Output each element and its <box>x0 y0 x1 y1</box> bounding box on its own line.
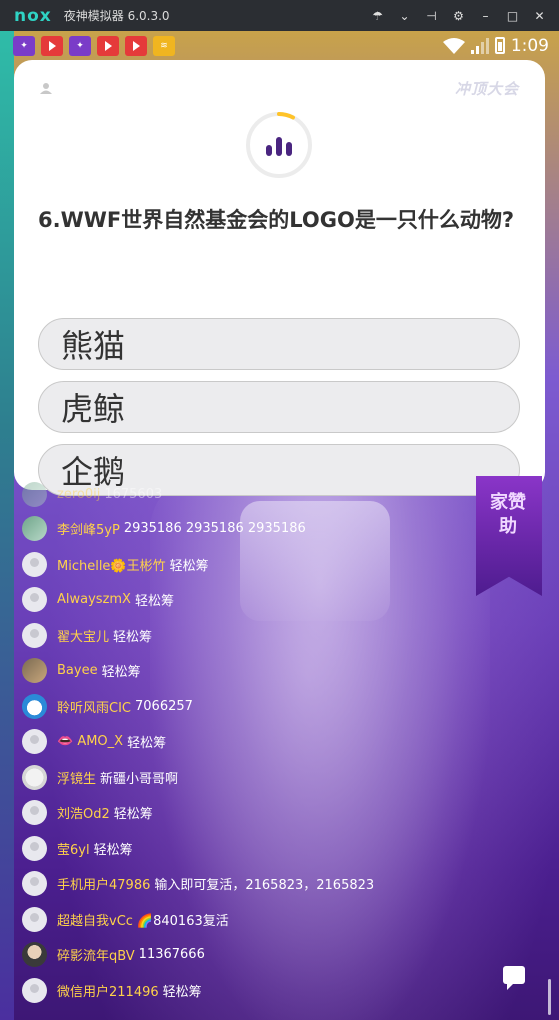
emulator-title: 夜神模拟器 6.0.3.0 <box>63 9 170 23</box>
chat-message: Bayee 轻松筹 <box>22 657 141 683</box>
chat-message: 聆听风雨CIC 7066257 <box>22 693 193 719</box>
chat-username: 手机用户47986 <box>57 877 151 893</box>
chat-message-text: 轻松筹 <box>127 735 167 751</box>
chat-username: AlwayszmX <box>57 591 131 607</box>
avatar[interactable] <box>22 906 47 932</box>
chat-message-text: 轻松筹 <box>93 842 133 858</box>
window-controls: ☂ ⌄ ⊣ ⚙ – □ ✕ <box>364 9 553 23</box>
clock: 1:09 <box>510 35 549 56</box>
scrollbar[interactable] <box>548 979 551 1015</box>
pin-icon[interactable]: ⊣ <box>418 9 445 23</box>
chat-message: AlwayszmX 轻松筹 <box>22 586 174 612</box>
avatar[interactable] <box>22 764 47 790</box>
nox-logo: nox <box>14 5 52 26</box>
avatar[interactable] <box>22 870 47 896</box>
chevron-down-icon[interactable]: ⌄ <box>391 9 418 23</box>
app-icon: ✦ <box>13 35 35 56</box>
status-bar: ✦ ✦ ≋ 1:09 <box>0 31 559 60</box>
chat-message: 微信用户211496 轻松筹 <box>22 977 202 1003</box>
chat-message-text: 新疆小哥哥啊 <box>100 771 179 787</box>
avatar[interactable] <box>22 481 47 507</box>
chat-message: zero0ij 1675603 <box>22 481 162 507</box>
chat-message-text: 轻松筹 <box>101 664 141 680</box>
chat-username: 刘浩Od2 <box>57 806 110 822</box>
status-right: 1:09 <box>442 35 549 56</box>
chat-username: 超越自我vCc <box>57 913 133 929</box>
chat-message-text: 11367666 <box>138 946 205 962</box>
chat-username: 莹6yl <box>57 842 90 858</box>
close-icon[interactable]: ✕ <box>526 9 553 23</box>
user-icon[interactable] <box>40 82 52 94</box>
avatar[interactable] <box>22 551 47 577</box>
avatar[interactable] <box>22 693 47 719</box>
chat-username: 碎影流年qBV <box>57 948 135 964</box>
chat-message: 碎影流年qBV 11367666 <box>22 941 205 967</box>
chat-username: 聆听风雨CIC <box>57 700 131 716</box>
chat-message-text: 轻松筹 <box>113 629 153 645</box>
chat-username: 翟大宝儿 <box>57 629 110 645</box>
signal-icon <box>470 37 489 54</box>
chat-username: 浮镜生 <box>57 771 97 787</box>
question-text: 6.WWF世界自然基金会的LOGO是一只什么动物? <box>38 208 515 232</box>
chat-username: Michelle🌼王彬竹 <box>57 558 166 574</box>
video-play-icon <box>97 35 119 56</box>
notification-icons: ✦ ✦ ≋ <box>13 35 175 56</box>
answer-option-2[interactable]: 虎鲸 <box>38 381 520 433</box>
avatar[interactable] <box>22 799 47 825</box>
bar-chart-icon <box>266 136 292 156</box>
avatar[interactable] <box>22 657 47 683</box>
maximize-icon[interactable]: □ <box>499 9 526 23</box>
chat-message-text: 轻松筹 <box>134 593 174 609</box>
chat-message-text: 轻松筹 <box>169 558 209 574</box>
avatar[interactable] <box>22 835 47 861</box>
avatar[interactable] <box>22 622 47 648</box>
video-play-icon <box>41 35 63 56</box>
background-strip <box>0 31 14 1020</box>
chat-message: Michelle🌼王彬竹 轻松筹 <box>22 551 209 577</box>
avatar[interactable] <box>22 586 47 612</box>
minimize-icon[interactable]: – <box>472 9 499 23</box>
brand-logo: 冲顶大会 <box>454 80 519 98</box>
battery-icon <box>494 37 505 54</box>
chat-message: 莹6yl 轻松筹 <box>22 835 133 861</box>
chat-message-text: 输入即可复活，2165823，2165823 <box>154 877 375 893</box>
chat-message-text: 2935186 2935186 2935186 <box>123 520 306 536</box>
avatar[interactable] <box>22 941 47 967</box>
sponsor-ribbon-text: 家赞助 <box>490 492 526 537</box>
chat-username: 👄 AMO_X <box>57 733 124 749</box>
chat-message: 翟大宝儿 轻松筹 <box>22 622 152 648</box>
shirt-icon[interactable]: ☂ <box>364 9 391 23</box>
chat-message: 👄 AMO_X 轻松筹 <box>22 728 166 754</box>
chat-username: zero0ij <box>57 486 101 502</box>
chat-username: 微信用户211496 <box>57 984 159 1000</box>
chat-message-text: 轻松筹 <box>113 806 153 822</box>
gear-icon[interactable]: ⚙ <box>445 9 472 23</box>
chat-message-text: 🌈840163复活 <box>136 913 229 929</box>
wifi-app-icon: ≋ <box>153 35 175 56</box>
avatar[interactable] <box>22 977 47 1003</box>
chat-message-text: 7066257 <box>135 698 193 714</box>
app-icon: ✦ <box>69 35 91 56</box>
emulator-title-bar: nox 夜神模拟器 6.0.3.0 ☂ ⌄ ⊣ ⚙ – □ ✕ <box>0 0 559 31</box>
chat-message: 超越自我vCc 🌈840163复活 <box>22 906 229 932</box>
video-play-icon <box>125 35 147 56</box>
wifi-icon <box>442 37 465 54</box>
chat-message: 浮镜生 新疆小哥哥啊 <box>22 764 178 790</box>
chat-username: Bayee <box>57 662 98 678</box>
chat-message: 李剑峰5yP 2935186 2935186 2935186 <box>22 515 306 541</box>
avatar[interactable] <box>22 728 47 754</box>
chat-message-text: 轻松筹 <box>162 984 202 1000</box>
question-card: 冲顶大会 6.WWF世界自然基金会的LOGO是一只什么动物? 熊猫 虎鲸 企鹅 <box>14 60 545 496</box>
chat-message: 刘浩Od2 轻松筹 <box>22 799 153 825</box>
app-screen: ✦ ✦ ≋ 1:09 冲顶大会 6.WWF世界自然基金会的LOGO是一只什么动物… <box>0 31 559 1020</box>
chat-button[interactable] <box>496 957 532 993</box>
chat-username: 李剑峰5yP <box>57 522 120 538</box>
chat-bubble-icon <box>503 966 525 990</box>
chat-message: 手机用户47986 输入即可复活，2165823，2165823 <box>22 870 374 896</box>
avatar[interactable] <box>22 515 47 541</box>
chat-message-text: 1675603 <box>104 486 163 502</box>
answer-option-1[interactable]: 熊猫 <box>38 318 520 370</box>
